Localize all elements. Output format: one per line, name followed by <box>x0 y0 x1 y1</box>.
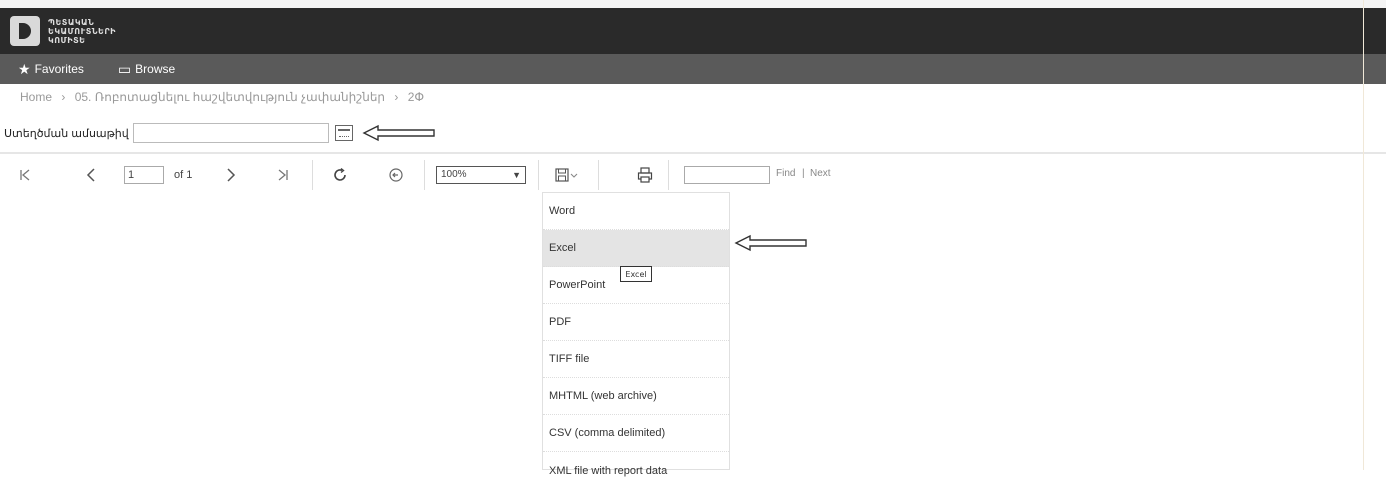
find-link[interactable]: Find <box>776 168 795 179</box>
logo-icon <box>10 16 40 46</box>
folder-icon: ▭ <box>117 60 132 77</box>
toolbar-separator <box>538 160 539 190</box>
report-toolbar: 1 of 1 100% ▼ Find | Next <box>0 158 1386 192</box>
zoom-select[interactable]: 100% ▼ <box>436 166 526 184</box>
toolbar-separator <box>598 160 599 190</box>
next-page-icon[interactable] <box>220 158 242 192</box>
breadcrumb: Home › 05. Ռոբոտացնելու հաշվետվություն չ… <box>20 90 430 104</box>
prev-page-icon[interactable] <box>80 158 102 192</box>
breadcrumb-home[interactable]: Home <box>20 90 52 104</box>
nav-bar: ★ Favorites ▭ Browse <box>0 54 1386 84</box>
nav-favorites-label: Favorites <box>34 62 84 76</box>
nav-favorites[interactable]: ★ Favorites <box>18 61 84 78</box>
logo-text: ՊԵՏԱԿԱՆ ԵԿԱՄՈՒՏՆԵՐԻ ԿՈՄԻՏԵ <box>48 17 116 45</box>
export-excel[interactable]: Excel <box>543 230 729 267</box>
toolbar-divider <box>0 152 1386 154</box>
page-number-input[interactable]: 1 <box>124 166 164 184</box>
zoom-value: 100% <box>441 169 467 180</box>
refresh-icon[interactable] <box>328 158 352 192</box>
top-header: ՊԵՏԱԿԱՆ ԵԿԱՄՈՒՏՆԵՐԻ ԿՈՄԻՏԵ <box>0 8 1386 54</box>
excel-tooltip: Excel <box>620 266 652 282</box>
toolbar-separator <box>668 160 669 190</box>
page-count-label: of 1 <box>174 169 193 181</box>
breadcrumb-sep: › <box>394 90 399 104</box>
export-pdf[interactable]: PDF <box>543 304 729 341</box>
toolbar-separator <box>424 160 425 190</box>
scan-margin-line <box>1363 0 1364 470</box>
print-icon[interactable] <box>634 158 656 192</box>
first-page-icon[interactable] <box>14 158 36 192</box>
breadcrumb-report: 2Փ <box>407 90 425 104</box>
date-param-input[interactable] <box>132 123 329 143</box>
next-link[interactable]: Next <box>810 168 831 179</box>
export-xml[interactable]: XML file with report data <box>543 452 729 489</box>
breadcrumb-sep: › <box>61 90 66 104</box>
chevron-down-icon: ▼ <box>512 170 521 180</box>
last-page-icon[interactable] <box>272 158 294 192</box>
export-mhtml[interactable]: MHTML (web archive) <box>543 378 729 415</box>
breadcrumb-folder[interactable]: 05. Ռոբոտացնելու հաշվետվություն չափանիշն… <box>75 90 385 104</box>
nav-browse[interactable]: ▭ Browse <box>118 61 175 78</box>
find-separator: | <box>802 168 805 179</box>
date-param-label: Ստեղծման ամսաթիվ <box>4 127 129 140</box>
back-icon[interactable] <box>384 158 408 192</box>
scan-margin <box>0 0 1386 8</box>
save-icon[interactable] <box>552 158 582 192</box>
find-input[interactable] <box>684 166 770 184</box>
toolbar-separator <box>312 160 313 190</box>
export-menu: Word Excel PowerPoint PDF TIFF file MHTM… <box>542 192 730 477</box>
nav-browse-label: Browse <box>135 62 176 76</box>
calendar-icon[interactable] <box>334 125 353 141</box>
export-csv[interactable]: CSV (comma delimited) <box>543 415 729 452</box>
annotation-arrow <box>362 124 435 142</box>
parameter-row: Ստեղծման ամսաթիվ <box>0 120 1386 146</box>
annotation-arrow <box>734 234 807 252</box>
export-tiff[interactable]: TIFF file <box>543 341 729 378</box>
export-word[interactable]: Word <box>543 193 729 230</box>
star-icon: ★ <box>18 60 31 77</box>
